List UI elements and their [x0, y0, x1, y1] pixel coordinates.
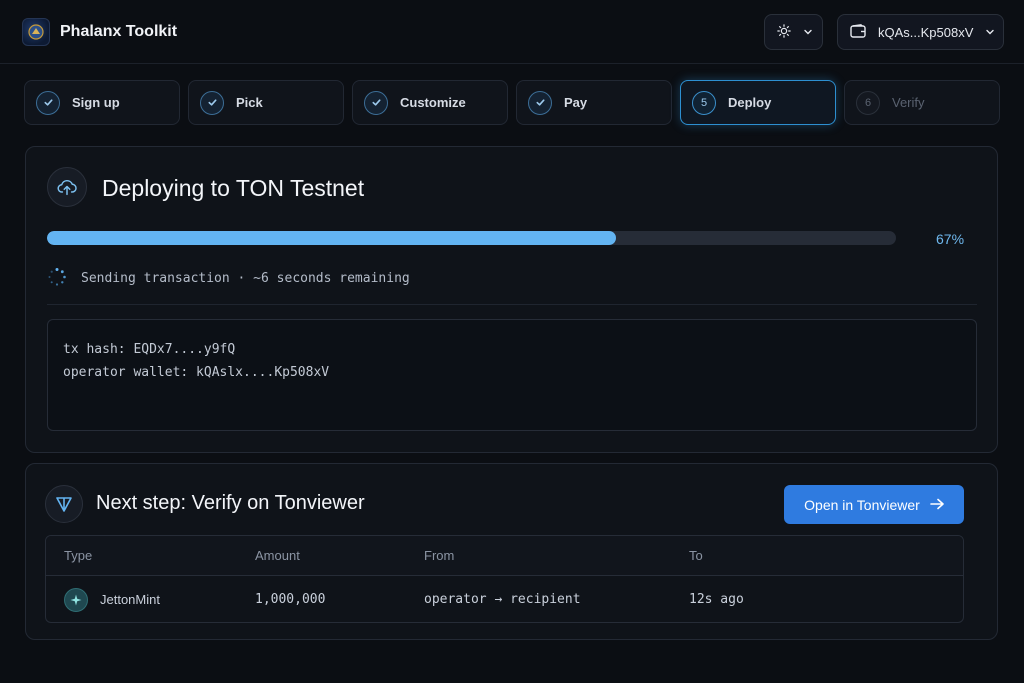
- spinner-icon: [47, 267, 67, 290]
- next-step-title: Next step: Verify on Tonviewer: [96, 492, 365, 514]
- from-value: operator → recipient: [424, 592, 581, 607]
- wallet-button[interactable]: kQAs...Kp508xV: [837, 14, 1004, 50]
- open-tonviewer-button[interactable]: Open in Tonviewer: [784, 485, 964, 524]
- check-icon: [528, 90, 552, 115]
- theme-toggle-button[interactable]: [764, 14, 823, 50]
- top-header: Phalanx Toolkit kQAs...Kp508xV: [0, 0, 1024, 64]
- wallet-address: kQAs...Kp508xV: [878, 24, 974, 40]
- open-tonviewer-label: Open in Tonviewer: [804, 496, 920, 513]
- step-label: Verify: [892, 95, 925, 110]
- check-icon: [36, 90, 60, 115]
- cloud-upload-icon: [47, 167, 87, 207]
- wallet-icon: [850, 23, 866, 41]
- cell-type: JettonMint: [46, 587, 255, 612]
- next-step-card: Next step: Verify on Tonviewer Open in T…: [25, 463, 998, 640]
- progress-percent: 67%: [936, 231, 965, 247]
- step-verify[interactable]: 6 Verify: [844, 80, 1000, 125]
- status-text: Sending transaction · ~6 seconds remaini…: [81, 271, 410, 286]
- step-label: Pick: [236, 95, 263, 110]
- type-value: JettonMint: [100, 592, 160, 607]
- step-sign-up[interactable]: Sign up: [24, 80, 180, 125]
- column-header-to: To: [689, 548, 703, 563]
- step-customize[interactable]: Customize: [352, 80, 508, 125]
- step-pick[interactable]: Pick: [188, 80, 344, 125]
- check-icon: [364, 90, 388, 115]
- step-pay[interactable]: Pay: [516, 80, 672, 125]
- status-row: Sending transaction · ~6 seconds remaini…: [47, 267, 410, 290]
- check-icon: [200, 90, 224, 115]
- to-value: 12s ago: [689, 592, 744, 607]
- transactions-table: Type Amount From To JettonMint 1,000,000…: [45, 535, 964, 623]
- tx-log: tx hash: EQDx7....y9fQ operator wallet: …: [47, 319, 977, 431]
- chevron-down-icon: [803, 25, 813, 40]
- column-header-from: From: [424, 548, 455, 563]
- step-label: Pay: [564, 95, 588, 110]
- tx-hash-line: tx hash: EQDx7....y9fQ: [63, 342, 236, 357]
- arrow-right-icon: [930, 497, 944, 513]
- deploy-card: Deploying to TON Testnet 67% Sending tra…: [25, 146, 998, 453]
- sun-icon: [777, 23, 791, 41]
- step-label: Deploy: [728, 95, 772, 110]
- wizard-stepper: Sign up Pick Customize Pay 5 Deploy 6 Ve…: [24, 80, 1000, 125]
- table-header: Type Amount From To: [46, 536, 963, 576]
- table-row[interactable]: JettonMint 1,000,000 operator → recipien…: [46, 576, 963, 622]
- progress-bar: [47, 231, 896, 245]
- step-number: 6: [856, 90, 880, 115]
- column-header-type: Type: [64, 548, 93, 563]
- amount-value: 1,000,000: [255, 592, 326, 607]
- progress-fill: [47, 231, 616, 245]
- step-label: Sign up: [72, 95, 120, 110]
- jetton-mint-icon: [64, 587, 88, 612]
- divider: [47, 304, 977, 305]
- chevron-down-icon: [985, 25, 995, 40]
- column-header-amount: Amount: [255, 548, 300, 563]
- app-title: Phalanx Toolkit: [60, 22, 178, 40]
- operator-wallet-line: operator wallet: kQAslx....Kp508xV: [63, 365, 330, 380]
- step-number: 5: [692, 90, 716, 115]
- step-deploy[interactable]: 5 Deploy: [680, 80, 836, 125]
- deploy-title: Deploying to TON Testnet: [102, 175, 365, 201]
- app-logo: [22, 17, 50, 46]
- ton-logo-icon: [45, 485, 83, 523]
- step-label: Customize: [400, 95, 466, 110]
